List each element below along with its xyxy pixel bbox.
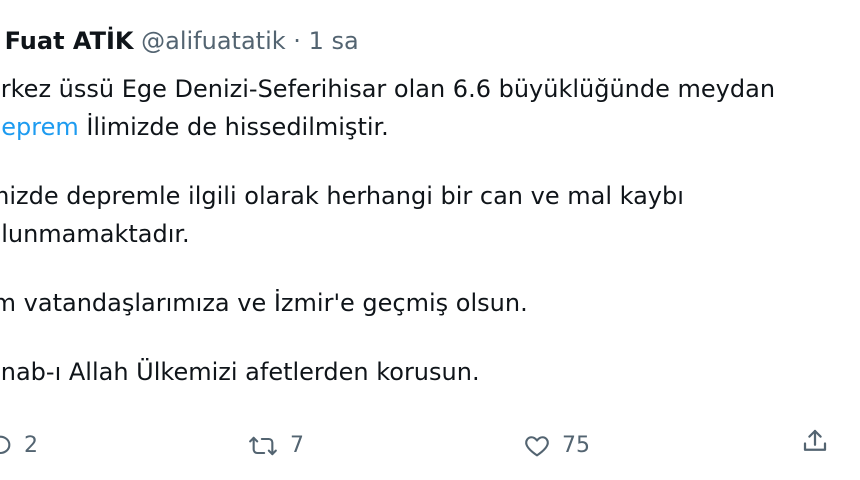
share-icon [803, 429, 827, 451]
author-handle[interactable]: @alifuatatik [141, 27, 286, 55]
tweet-text: erkez üssü Ege Denizi-Seferihisar olan 6… [0, 70, 860, 391]
hashtag-link[interactable]: deprem [0, 113, 79, 141]
retweet-icon [249, 436, 277, 456]
tweet-line-4: ulunmamaktadır. [0, 220, 190, 248]
share-button[interactable] [800, 426, 830, 456]
tweet-header: i Fuat ATİK @alifuatatik · 1 sa [0, 26, 359, 56]
heart-icon [525, 436, 549, 457]
tweet-line-5: im vatandaşlarımıza ve İzmir'e geçmiş ol… [0, 289, 528, 317]
like-count: 75 [562, 433, 590, 458]
tweet-timestamp[interactable]: 1 sa [309, 27, 359, 55]
retweet-button[interactable]: 7 [246, 426, 304, 466]
tweet-actions: 2 7 75 [0, 424, 860, 468]
like-button[interactable]: 75 [522, 426, 590, 466]
tweet-line-2: deprem İlimizde de hissedilmiştir. [0, 108, 860, 146]
tweet-line-2-text: İlimizde de hissedilmiştir. [78, 113, 389, 141]
reply-button[interactable]: 2 [0, 426, 38, 466]
reply-count: 2 [24, 433, 38, 458]
header-separator: · [293, 27, 301, 55]
tweet-line-1: erkez üssü Ege Denizi-Seferihisar olan 6… [0, 75, 776, 103]
author-name[interactable]: i Fuat ATİK [0, 27, 134, 55]
retweet-count: 7 [290, 433, 304, 458]
tweet: i Fuat ATİK @alifuatatik · 1 sa erkez üs… [0, 0, 860, 480]
tweet-line-3: mizde depremle ilgili olarak herhangi bi… [0, 182, 684, 210]
reply-icon [0, 435, 11, 455]
tweet-line-6: enab-ı Allah Ülkemizi afetlerden korusun… [0, 358, 480, 386]
